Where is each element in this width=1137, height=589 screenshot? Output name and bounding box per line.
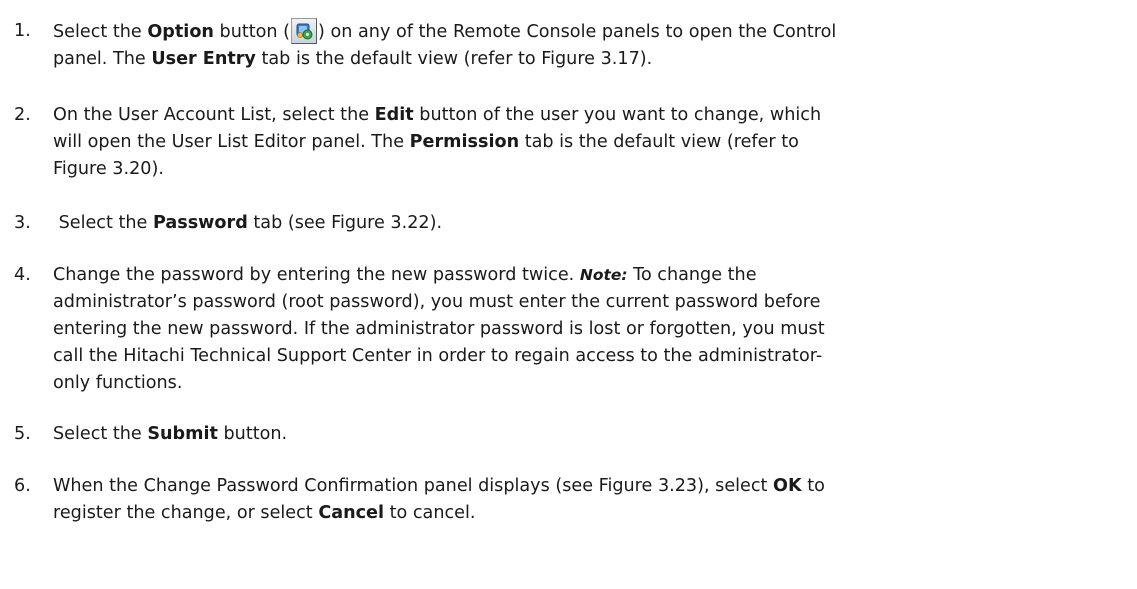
step-text: Select the Submit button. (53, 424, 288, 444)
step-number: 4. (14, 265, 31, 285)
step-number: 2. (14, 105, 31, 125)
note-label: Note: (579, 266, 628, 284)
step-number: 1. (14, 21, 31, 41)
step-number: 5. (14, 424, 31, 444)
option-gear-icon (291, 18, 318, 44)
option-label: Option (147, 22, 214, 42)
password-label: Password (152, 213, 248, 233)
step-text: When the Change Password Confirmation pa… (53, 476, 825, 523)
cancel-label: Cancel (318, 503, 385, 523)
submit-label: Submit (147, 424, 218, 444)
ok-label: OK (773, 476, 802, 496)
step-text: Select the Option button ( ) on any of t… (53, 18, 1128, 73)
edit-label: Edit (374, 105, 414, 125)
step-number: 6. (14, 476, 31, 496)
step-number: 3. (14, 213, 31, 233)
user-entry-label: User Entry (151, 49, 256, 69)
permission-label: Permission (409, 132, 520, 152)
step-text: On the User Account List, select the Edi… (53, 105, 822, 179)
step-text: Change the password by entering the new … (53, 265, 825, 393)
step-text: Select the Password tab (see Figure 3.22… (53, 213, 443, 233)
instruction-document: 1. Select the Option button ( ) on any o… (0, 0, 1137, 589)
